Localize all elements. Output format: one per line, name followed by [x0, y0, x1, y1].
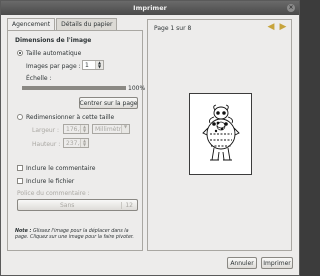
window-title: Imprimer [133, 4, 167, 12]
images-per-page-value: 1 [85, 61, 89, 69]
note-label: Note : [15, 229, 32, 234]
preview-panel: Page 1 sur 8 ◀ ▶ [147, 19, 292, 251]
width-label: Largeur : [32, 127, 60, 134]
auto-size-radio[interactable] [17, 50, 23, 56]
tab-paper-details[interactable]: Détails du papier [56, 18, 118, 30]
images-per-page-spinner[interactable]: 1 ▲ ▼ [82, 60, 104, 70]
auto-size-label: Taille automatique [26, 50, 82, 57]
chevron-down-icon[interactable]: ▼ [121, 125, 129, 133]
spinner-arrows-icon[interactable]: ▲ ▼ [80, 125, 88, 133]
layout-panel: Dimensions de l'image Taille automatique… [7, 30, 146, 251]
width-spinner[interactable]: 176,8 ▲ ▼ [63, 124, 89, 134]
scale-slider-fill [23, 87, 125, 89]
scale-slider[interactable] [22, 86, 126, 90]
font-name: Sans [60, 201, 75, 209]
print-dialog: Imprimer × Agencement Détails du papier … [0, 0, 300, 276]
arrow-right-icon[interactable]: ▶ [278, 22, 288, 32]
spinner-arrows-icon[interactable]: ▲ ▼ [80, 139, 88, 147]
include-filename-label: Inclure le fichier [26, 178, 75, 185]
page-preview[interactable] [189, 93, 252, 175]
tab-bar: Agencement Détails du papier [7, 18, 118, 31]
include-comment-label: Inclure le commentaire [26, 165, 96, 172]
note-text: Note : Glissez l'image pour la déplacer … [15, 229, 141, 241]
print-button[interactable]: Imprimer [261, 257, 293, 269]
scale-value: 100% [128, 85, 146, 92]
center-on-page-button[interactable]: Centrer sur la page [79, 97, 138, 109]
resize-radio[interactable] [17, 114, 23, 120]
include-comment-checkbox[interactable] [17, 165, 23, 171]
title-bar: Imprimer × [1, 1, 299, 15]
font-size: 12 [121, 201, 133, 209]
height-spinner[interactable]: 237,8 ▲ ▼ [63, 138, 89, 148]
cartoon-image[interactable] [200, 104, 242, 164]
comment-font-button[interactable]: Sans 12 [17, 199, 138, 211]
scale-label: Échelle : [26, 75, 52, 82]
dimensions-heading: Dimensions de l'image [15, 37, 92, 44]
close-icon[interactable]: × [287, 4, 295, 12]
unit-select[interactable]: Millimètres ▼ [92, 124, 130, 134]
comment-font-label: Police du commentaire : [17, 190, 90, 197]
cancel-button[interactable]: Annuler [227, 257, 257, 269]
spinner-arrows-icon[interactable]: ▲ ▼ [95, 61, 103, 69]
include-filename-checkbox[interactable] [17, 178, 23, 184]
page-counter: Page 1 sur 8 [154, 25, 192, 32]
note-body: Glissez l'image pour la déplacer dans la… [15, 229, 134, 240]
arrow-left-icon[interactable]: ◀ [266, 22, 276, 32]
images-per-page-label: Images par page : [26, 63, 81, 70]
height-label: Hauteur : [32, 141, 61, 148]
resize-label: Redimensionner à cette taille [26, 114, 115, 121]
